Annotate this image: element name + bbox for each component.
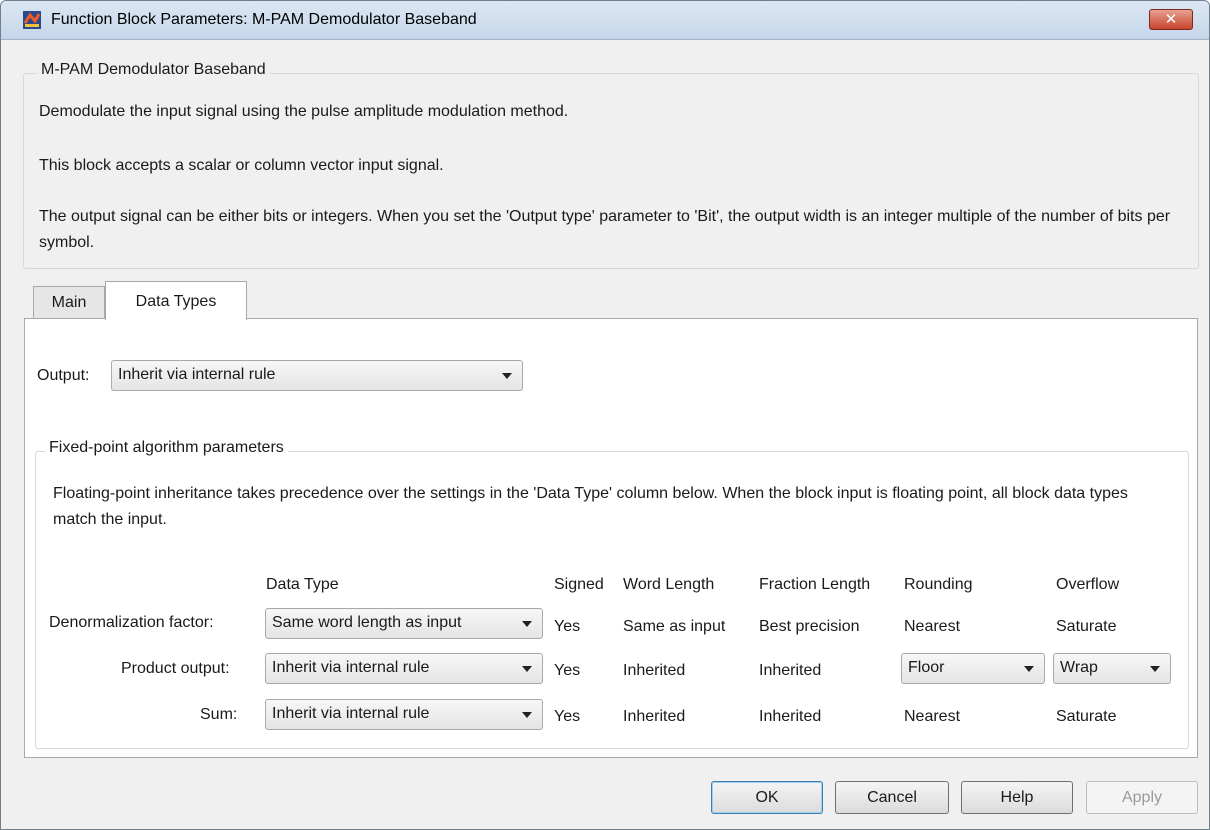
denormalization-data-type-value: Same word length as input xyxy=(272,614,462,631)
header-word-length: Word Length xyxy=(623,576,715,593)
chevron-down-icon xyxy=(1024,666,1034,672)
chevron-down-icon xyxy=(522,666,532,672)
denormalization-overflow: Saturate xyxy=(1056,618,1117,635)
description-line-3: The output signal can be either bits or … xyxy=(39,208,1171,251)
tab-main[interactable]: Main xyxy=(33,286,105,319)
header-rounding: Rounding xyxy=(904,576,973,593)
sum-rounding: Nearest xyxy=(904,708,961,725)
fixed-point-group-title: Fixed-point algorithm parameters xyxy=(45,439,288,457)
simulink-app-icon xyxy=(23,11,41,29)
apply-button[interactable]: Apply xyxy=(1086,781,1198,814)
output-label: Output: xyxy=(37,367,90,384)
header-data-type: Data Type xyxy=(266,576,339,593)
product-output-fraction-length: Inherited xyxy=(759,662,822,679)
denormalization-data-type-dropdown[interactable]: Same word length as input xyxy=(265,608,543,639)
denormalization-word-length: Same as input xyxy=(623,618,726,635)
sum-word-length: Inherited xyxy=(623,708,686,725)
help-button[interactable]: Help xyxy=(961,781,1073,814)
product-output-overflow-value: Wrap xyxy=(1060,659,1098,676)
cancel-button[interactable]: Cancel xyxy=(835,781,949,814)
product-output-data-type-dropdown[interactable]: Inherit via internal rule xyxy=(265,653,543,684)
product-output-data-type-value: Inherit via internal rule xyxy=(272,659,430,676)
chevron-down-icon xyxy=(522,621,532,627)
description-line-2: This block accepts a scalar or column ve… xyxy=(39,157,444,174)
sum-overflow: Saturate xyxy=(1056,708,1117,725)
output-dropdown[interactable]: Inherit via internal rule xyxy=(111,360,523,391)
fixed-point-note: Floating-point inheritance takes precede… xyxy=(53,485,1128,528)
window-title: Function Block Parameters: M-PAM Demodul… xyxy=(51,11,477,28)
denormalization-rounding: Nearest xyxy=(904,618,961,635)
description-line-1: Demodulate the input signal using the pu… xyxy=(39,103,569,120)
dialog-window: Function Block Parameters: M-PAM Demodul… xyxy=(0,0,1210,830)
sum-data-type-value: Inherit via internal rule xyxy=(272,705,430,722)
chevron-down-icon xyxy=(1150,666,1160,672)
description-group-title: M-PAM Demodulator Baseband xyxy=(37,61,270,79)
product-output-rounding-dropdown[interactable]: Floor xyxy=(901,653,1045,684)
denormalization-fraction-length: Best precision xyxy=(759,618,860,635)
output-dropdown-value: Inherit via internal rule xyxy=(118,366,276,383)
product-output-overflow-dropdown[interactable]: Wrap xyxy=(1053,653,1171,684)
product-output-signed: Yes xyxy=(554,662,581,679)
product-output-rounding-value: Floor xyxy=(908,659,945,676)
title-bar[interactable]: Function Block Parameters: M-PAM Demodul… xyxy=(1,1,1209,40)
row-label-denormalization-factor: Denormalization factor: xyxy=(49,614,214,631)
sum-signed: Yes xyxy=(554,708,581,725)
sum-fraction-length: Inherited xyxy=(759,708,822,725)
row-label-sum: Sum: xyxy=(200,706,238,723)
header-overflow: Overflow xyxy=(1056,576,1120,593)
header-signed: Signed xyxy=(554,576,604,593)
chevron-down-icon xyxy=(522,712,532,718)
header-fraction-length: Fraction Length xyxy=(759,576,871,593)
product-output-word-length: Inherited xyxy=(623,662,686,679)
row-label-product-output: Product output: xyxy=(121,660,230,677)
close-button[interactable]: ✕ xyxy=(1149,9,1193,30)
chevron-down-icon xyxy=(502,373,512,379)
tab-data-types[interactable]: Data Types xyxy=(105,281,247,320)
sum-data-type-dropdown[interactable]: Inherit via internal rule xyxy=(265,699,543,730)
denormalization-signed: Yes xyxy=(554,618,581,635)
ok-button[interactable]: OK xyxy=(711,781,823,814)
